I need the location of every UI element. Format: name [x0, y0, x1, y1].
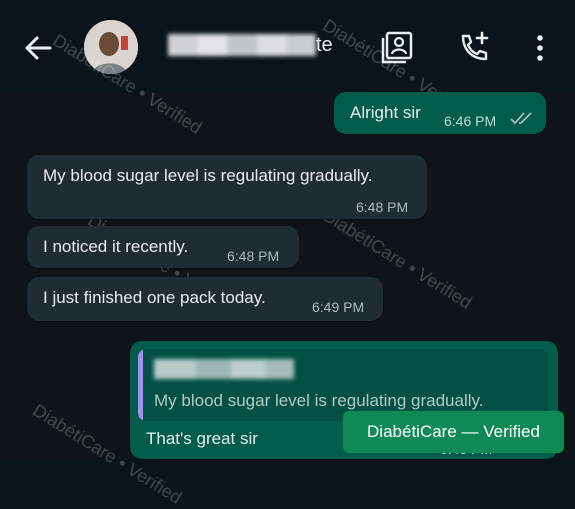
message-text: That's great sir	[146, 429, 258, 448]
message-text: I noticed it recently.	[43, 237, 189, 256]
message-bubble-incoming[interactable]: My blood sugar level is regulating gradu…	[27, 155, 427, 219]
quoted-sender-redacted	[154, 359, 294, 379]
contact-name[interactable]: te	[168, 32, 333, 58]
message-bubble-outgoing[interactable]: Alright sir 6:46 PM	[334, 92, 546, 134]
add-call-icon[interactable]	[455, 28, 495, 68]
message-bubble-incoming[interactable]: I just finished one pack today. 6:49 PM	[27, 277, 383, 321]
quoted-text: My blood sugar level is regulating gradu…	[154, 391, 484, 410]
verified-badge: DiabétiCare — Verified	[343, 411, 564, 453]
message-text: My blood sugar level is regulating gradu…	[43, 166, 373, 185]
read-double-tick-icon	[510, 110, 536, 131]
message-time: 6:46 PM	[444, 113, 497, 129]
quote-bar	[138, 349, 143, 421]
message-text: I just finished one pack today.	[43, 288, 266, 307]
message-text: Alright sir	[350, 103, 421, 122]
message-bubble-incoming[interactable]: I noticed it recently. 6:48 PM	[27, 226, 299, 268]
message-time: 6:48 PM	[227, 248, 280, 264]
more-vertical-icon[interactable]	[520, 28, 560, 68]
message-time: 6:49 PM	[312, 299, 365, 315]
message-time: 6:48 PM	[356, 199, 409, 215]
